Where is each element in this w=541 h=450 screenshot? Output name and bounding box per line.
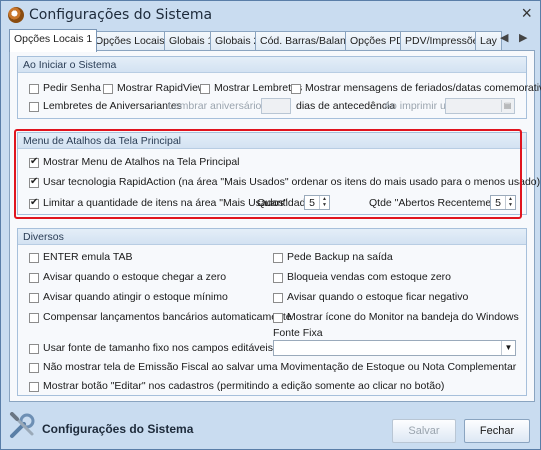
- mostrar-rapidview-label: Mostrar RapidView: [117, 82, 206, 94]
- fonte-fixa-label: Fonte Fixa: [273, 327, 323, 339]
- nao-mostrar-emissao-label: Não mostrar tela de Emissão Fiscal ao sa…: [43, 361, 517, 373]
- mostrar-icone-monitor-label: Mostrar ícone do Monitor na bandeja do W…: [287, 311, 519, 323]
- group-diversos: Diversos ENTER emula TAB Pede Backup na …: [17, 228, 527, 396]
- usar-fonte-fixa-label: Usar fonte de tamanho fixo nos campos ed…: [43, 342, 273, 354]
- qtde-abertos-value: 5: [495, 197, 501, 209]
- usar-rapidaction-checkbox[interactable]: [29, 176, 39, 188]
- avisar-estoque-minimo-label: Avisar quando atingir o estoque mínimo: [43, 291, 228, 303]
- quantidade-value: 5: [309, 197, 315, 209]
- group-header: Diversos: [18, 229, 526, 245]
- app-icon: [8, 7, 24, 23]
- compensar-lancamentos-checkbox[interactable]: [29, 313, 39, 323]
- dias-antecedencia-input[interactable]: [261, 98, 291, 114]
- group-header: Ao Iniciar o Sistema: [18, 57, 526, 73]
- avisar-estoque-negativo-label: Avisar quando o estoque ficar negativo: [287, 291, 469, 303]
- title-bar: Configurações do Sistema ×: [1, 1, 540, 29]
- lembretes-aniversariantes-checkbox[interactable]: [29, 102, 39, 112]
- mostrar-lembretes-checkbox[interactable]: [200, 84, 210, 94]
- spinner-arrows-icon[interactable]: ▲ ▼: [505, 196, 515, 209]
- tab-scroll-left-icon[interactable]: ◀: [500, 31, 508, 44]
- avisar-estoque-zero-checkbox[interactable]: [29, 273, 39, 283]
- bloqueia-vendas-label: Bloqueia vendas com estoque zero: [287, 271, 452, 283]
- tab-strip: Opções Locais 1 Opções Locais 2 Globais …: [9, 29, 535, 52]
- spinner-arrows-icon[interactable]: ▲ ▼: [319, 196, 329, 209]
- window-title: Configurações do Sistema: [29, 7, 213, 23]
- enter-tab-label: ENTER emula TAB: [43, 251, 133, 263]
- limitar-quantidade-label: Limitar a quantidade de itens na área "M…: [43, 197, 288, 209]
- nao-mostrar-emissao-checkbox[interactable]: [29, 363, 39, 373]
- pedir-senha-label: Pedir Senha: [43, 82, 101, 94]
- group-menu-atalhos: Menu de Atalhos da Tela Principal Mostra…: [17, 132, 540, 215]
- avisar-estoque-negativo-checkbox[interactable]: [273, 293, 283, 303]
- mostrar-icone-monitor-checkbox[interactable]: [273, 313, 283, 323]
- usar-fonte-fixa-checkbox[interactable]: [29, 344, 39, 354]
- mostrar-botao-editar-label: Mostrar botão "Editar" nos cadastros (pe…: [43, 380, 445, 392]
- mostrar-rapidview-checkbox[interactable]: [103, 84, 113, 94]
- tab-panel: Ao Iniciar o Sistema Pedir Senha Mostrar…: [9, 50, 541, 402]
- quantidade-stepper[interactable]: 5 ▲ ▼: [304, 195, 330, 210]
- ao-imprimir-input[interactable]: ▤: [445, 98, 515, 114]
- lembretes-aniversariantes-label: Lembretes de Aniversariantes: [43, 100, 182, 112]
- mostrar-lembretes-label: Mostrar Lembretes: [214, 82, 303, 94]
- qtde-abertos-stepper[interactable]: 5 ▲ ▼: [490, 195, 516, 210]
- usar-rapidaction-label: Usar tecnologia RapidAction (na área "Ma…: [43, 176, 541, 188]
- avisar-estoque-zero-label: Avisar quando o estoque chegar a zero: [43, 271, 227, 283]
- fonte-fixa-select[interactable]: ▼: [273, 340, 516, 356]
- mostrar-menu-atalhos-label: Mostrar Menu de Atalhos na Tela Principa…: [43, 156, 240, 168]
- tools-icon: [10, 412, 35, 438]
- pedir-senha-checkbox[interactable]: [29, 84, 39, 94]
- browse-icon[interactable]: ▤: [501, 100, 513, 112]
- footer: Configurações do Sistema Salvar Fechar: [1, 405, 540, 450]
- group-ao-iniciar: Ao Iniciar o Sistema Pedir Senha Mostrar…: [17, 56, 541, 119]
- footer-title: Configurações do Sistema: [42, 422, 194, 436]
- settings-window: Configurações do Sistema × Opções Locais…: [0, 0, 541, 450]
- group-header: Menu de Atalhos da Tela Principal: [18, 133, 526, 149]
- chevron-down-icon[interactable]: ▼: [501, 341, 515, 355]
- avisar-estoque-minimo-checkbox[interactable]: [29, 293, 39, 303]
- mostrar-menu-atalhos-checkbox[interactable]: [29, 156, 39, 168]
- limitar-quantidade-checkbox[interactable]: [29, 197, 39, 209]
- mostrar-feriados-checkbox[interactable]: [291, 84, 301, 94]
- pede-backup-label: Pede Backup na saída: [287, 251, 393, 263]
- mostrar-botao-editar-checkbox[interactable]: [29, 382, 39, 392]
- qtde-abertos-label: Qtde "Abertos Recentemente": [369, 197, 510, 209]
- pede-backup-checkbox[interactable]: [273, 253, 283, 263]
- salvar-button[interactable]: Salvar: [392, 419, 456, 443]
- close-icon[interactable]: ×: [521, 3, 532, 24]
- tab-opcoes-locais-1[interactable]: Opções Locais 1: [9, 29, 98, 52]
- fechar-button[interactable]: Fechar: [464, 419, 530, 443]
- mostrar-feriados-label: Mostrar mensagens de feriados/datas come…: [305, 82, 541, 94]
- enter-tab-checkbox[interactable]: [29, 253, 39, 263]
- tab-layout[interactable]: Lay: [475, 31, 502, 51]
- compensar-lancamentos-label: Compensar lançamentos bancários automati…: [43, 311, 292, 323]
- tab-scroll-right-icon[interactable]: ▶: [519, 31, 527, 44]
- bloqueia-vendas-checkbox[interactable]: [273, 273, 283, 283]
- dias-antecedencia-label: dias de antecedência: [296, 100, 396, 112]
